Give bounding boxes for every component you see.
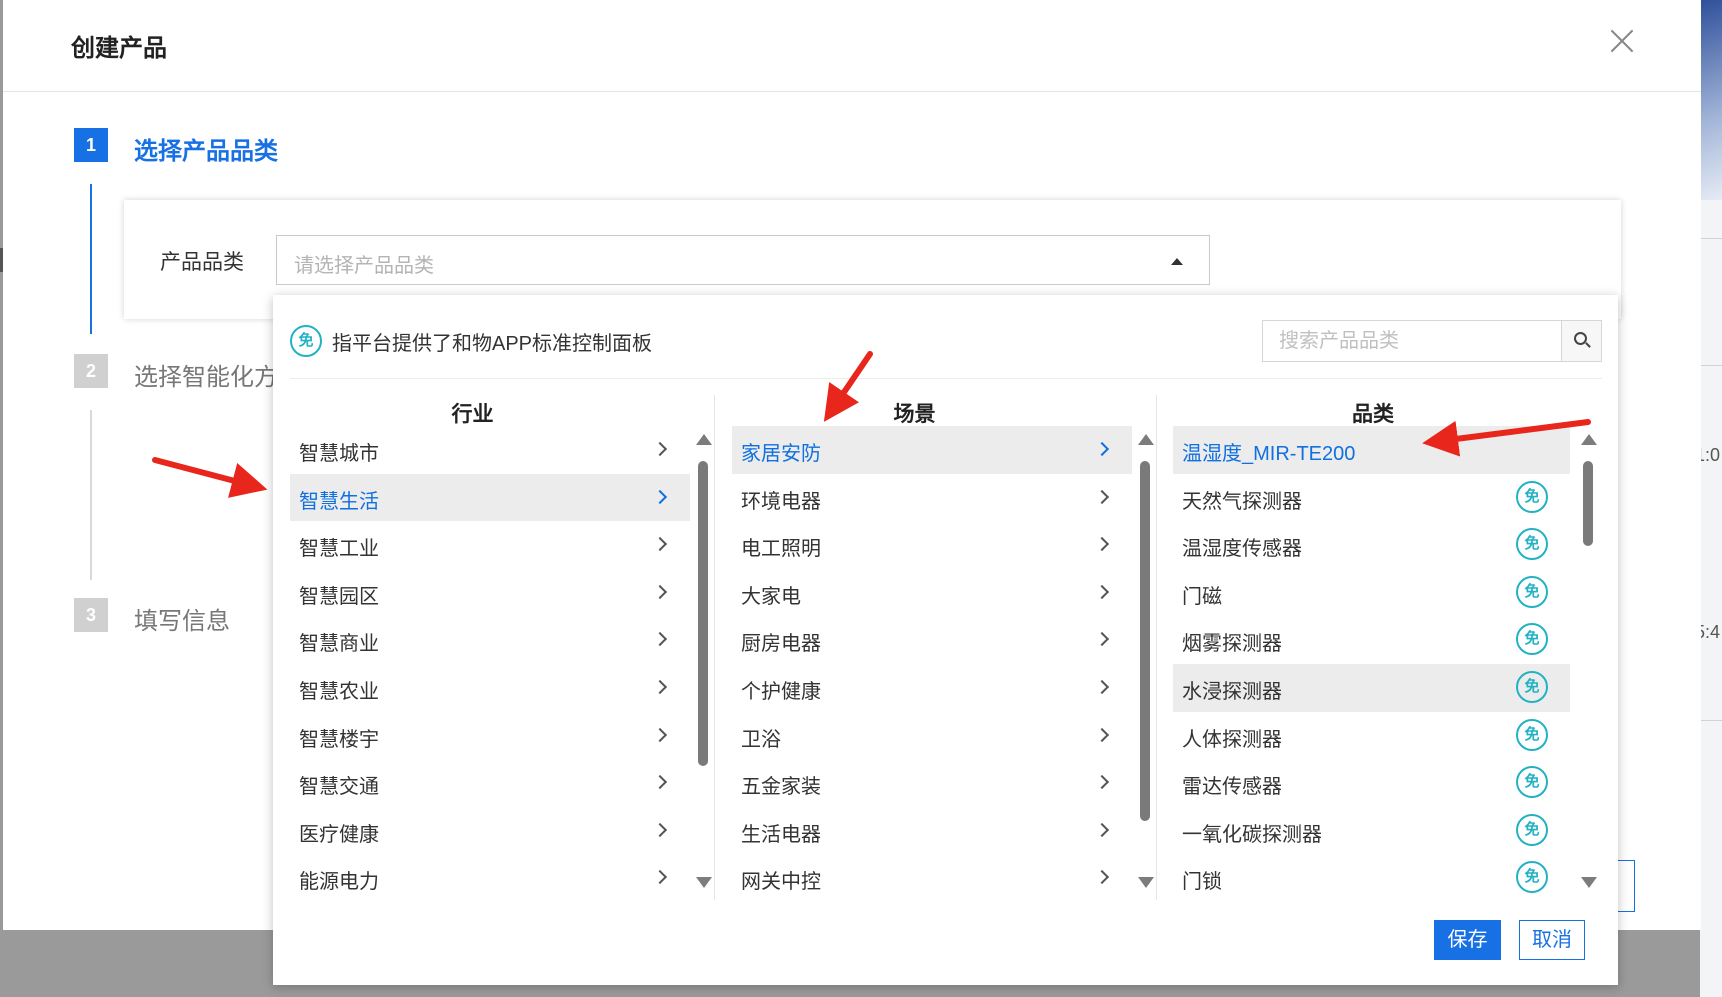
arrow-category (1422, 419, 1591, 457)
arrow-industry (152, 457, 268, 498)
annotation-arrows (152, 351, 1591, 498)
arrow-scene (823, 351, 873, 422)
